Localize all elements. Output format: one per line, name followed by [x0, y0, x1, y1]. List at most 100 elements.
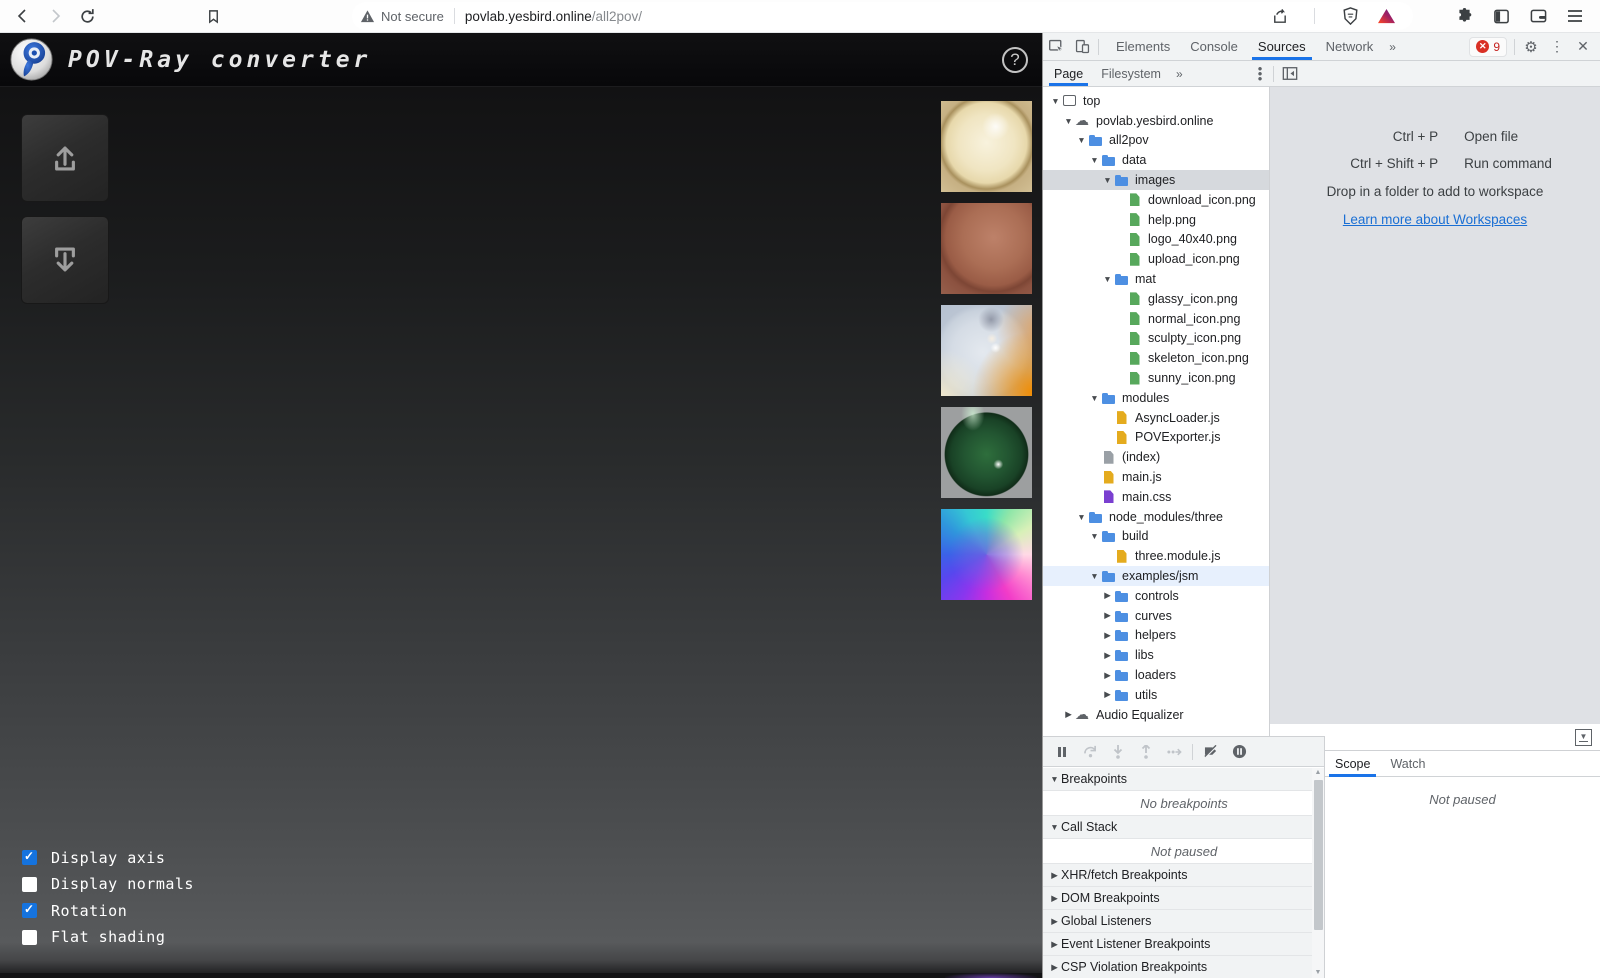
tree-expand-arrow[interactable]: [1101, 590, 1114, 601]
tree-expand-arrow[interactable]: [1075, 135, 1088, 145]
tree-row[interactable]: sculpty_icon.png: [1043, 329, 1269, 349]
brave-shield-icon[interactable]: [1339, 5, 1361, 27]
collapse-navigator-icon[interactable]: [1277, 62, 1303, 86]
tree-row[interactable]: main.css: [1043, 487, 1269, 507]
debugger-section-row[interactable]: Not paused: [1043, 839, 1312, 864]
settings-gear-icon[interactable]: ⚙: [1518, 35, 1544, 59]
tree-row[interactable]: images: [1043, 170, 1269, 190]
material-thumbnail[interactable]: [941, 203, 1032, 294]
tree-expand-arrow[interactable]: [1101, 670, 1114, 681]
devtools-tab[interactable]: Console: [1180, 33, 1248, 60]
tree-row[interactable]: examples/jsm: [1043, 566, 1269, 586]
checkbox[interactable]: [22, 903, 37, 918]
menu-icon[interactable]: [1564, 5, 1586, 27]
tree-row[interactable]: helpers: [1043, 626, 1269, 646]
checkbox-row[interactable]: Rotation: [22, 902, 194, 920]
tree-row[interactable]: AsyncLoader.js: [1043, 408, 1269, 428]
brave-rewards-icon[interactable]: [1375, 5, 1397, 27]
close-devtools-icon[interactable]: ✕: [1570, 35, 1596, 59]
tree-expand-arrow[interactable]: [1088, 155, 1101, 165]
tree-row[interactable]: top: [1043, 91, 1269, 111]
tree-expand-arrow[interactable]: [1088, 393, 1101, 403]
navigator-menu-icon[interactable]: •••: [1250, 66, 1270, 81]
checkbox-row[interactable]: Flat shading: [22, 928, 194, 946]
tree-row[interactable]: main.js: [1043, 467, 1269, 487]
tree-row[interactable]: upload_icon.png: [1043, 249, 1269, 269]
tree-row[interactable]: help.png: [1043, 210, 1269, 230]
tree-row[interactable]: utils: [1043, 685, 1269, 705]
workspaces-link[interactable]: Learn more about Workspaces: [1343, 212, 1527, 227]
debugger-section-row[interactable]: Breakpoints: [1043, 768, 1312, 791]
tree-row[interactable]: skeleton_icon.png: [1043, 348, 1269, 368]
more-nav-tabs-icon[interactable]: »: [1170, 67, 1189, 81]
material-thumbnail[interactable]: [941, 407, 1032, 498]
scroll-up-icon[interactable]: ▲: [1315, 768, 1322, 778]
tree-row[interactable]: all2pov: [1043, 131, 1269, 151]
tree-row[interactable]: normal_icon.png: [1043, 309, 1269, 329]
debugger-section-row[interactable]: CSP Violation Breakpoints: [1043, 956, 1312, 978]
tree-expand-arrow[interactable]: [1101, 689, 1114, 700]
tree-row[interactable]: logo_40x40.png: [1043, 230, 1269, 250]
tree-row[interactable]: curves: [1043, 606, 1269, 626]
pause-script-icon[interactable]: [1049, 740, 1075, 764]
tree-expand-arrow[interactable]: [1088, 531, 1101, 541]
tree-expand-arrow[interactable]: [1062, 116, 1075, 126]
tree-row[interactable]: controls: [1043, 586, 1269, 606]
scope-tab[interactable]: Watch: [1380, 751, 1435, 777]
tree-row[interactable]: build: [1043, 527, 1269, 547]
debugger-section-row[interactable]: Global Listeners: [1043, 910, 1312, 933]
material-thumbnail[interactable]: [941, 509, 1032, 600]
viewport-canvas[interactable]: Display axis Display normals Rotation Fl…: [0, 87, 1042, 978]
wallet-icon[interactable]: [1527, 5, 1549, 27]
device-toolbar-icon[interactable]: [1069, 35, 1095, 59]
material-thumbnail[interactable]: [941, 101, 1032, 192]
tree-row[interactable]: three.module.js: [1043, 546, 1269, 566]
checkbox[interactable]: [22, 877, 37, 892]
security-chip[interactable]: Not secure: [360, 9, 444, 24]
debugger-section-row[interactable]: XHR/fetch Breakpoints: [1043, 864, 1312, 887]
scope-tab[interactable]: Scope: [1325, 751, 1380, 777]
tree-row[interactable]: libs: [1043, 645, 1269, 665]
back-icon[interactable]: [12, 5, 34, 27]
tree-row[interactable]: loaders: [1043, 665, 1269, 685]
tree-expand-arrow[interactable]: [1101, 274, 1114, 284]
tree-row[interactable]: modules: [1043, 388, 1269, 408]
inspect-element-icon[interactable]: [1043, 35, 1069, 59]
sidebar-icon[interactable]: [1490, 5, 1512, 27]
reload-icon[interactable]: [76, 5, 98, 27]
scroll-thumb[interactable]: [1314, 780, 1323, 930]
debugger-section-row[interactable]: DOM Breakpoints: [1043, 887, 1312, 910]
download-button[interactable]: [21, 216, 109, 304]
tree-row[interactable]: glassy_icon.png: [1043, 289, 1269, 309]
material-thumbnail[interactable]: [941, 305, 1032, 396]
tree-expand-arrow[interactable]: [1088, 571, 1101, 581]
devtools-tab[interactable]: Elements: [1106, 33, 1180, 60]
tree-expand-arrow[interactable]: [1101, 175, 1114, 185]
extensions-puzzle-icon[interactable]: [1453, 5, 1475, 27]
tree-row[interactable]: sunny_icon.png: [1043, 368, 1269, 388]
scroll-down-icon[interactable]: ▼: [1315, 968, 1322, 978]
more-tabs-icon[interactable]: »: [1383, 40, 1402, 54]
tree-row[interactable]: data: [1043, 150, 1269, 170]
tree-expand-arrow[interactable]: [1101, 650, 1114, 661]
tree-row[interactable]: mat: [1043, 269, 1269, 289]
url-text[interactable]: povlab.yesbird.online/all2pov/: [465, 9, 642, 24]
url-bar[interactable]: Not secure povlab.yesbird.online/all2pov…: [352, 2, 1413, 30]
help-icon[interactable]: ?: [1002, 47, 1028, 73]
debugger-section-row[interactable]: Event Listener Breakpoints: [1043, 933, 1312, 956]
checkbox-row[interactable]: Display normals: [22, 875, 194, 893]
checkbox[interactable]: [22, 930, 37, 945]
tree-row[interactable]: download_icon.png: [1043, 190, 1269, 210]
bookmark-icon[interactable]: [202, 5, 224, 27]
tree-expand-arrow[interactable]: [1101, 630, 1114, 641]
upload-button[interactable]: [21, 114, 109, 202]
devtools-menu-icon[interactable]: ⋮: [1544, 35, 1570, 59]
tree-expand-arrow[interactable]: [1062, 709, 1075, 720]
checkbox[interactable]: [22, 850, 37, 865]
navigator-tab[interactable]: Filesystem: [1092, 61, 1170, 86]
debugger-section-row[interactable]: No breakpoints: [1043, 791, 1312, 816]
tree-row[interactable]: POVExporter.js: [1043, 428, 1269, 448]
navigator-tab[interactable]: Page: [1045, 61, 1092, 86]
tree-expand-arrow[interactable]: [1049, 96, 1062, 106]
devtools-tab[interactable]: Sources: [1248, 33, 1316, 60]
